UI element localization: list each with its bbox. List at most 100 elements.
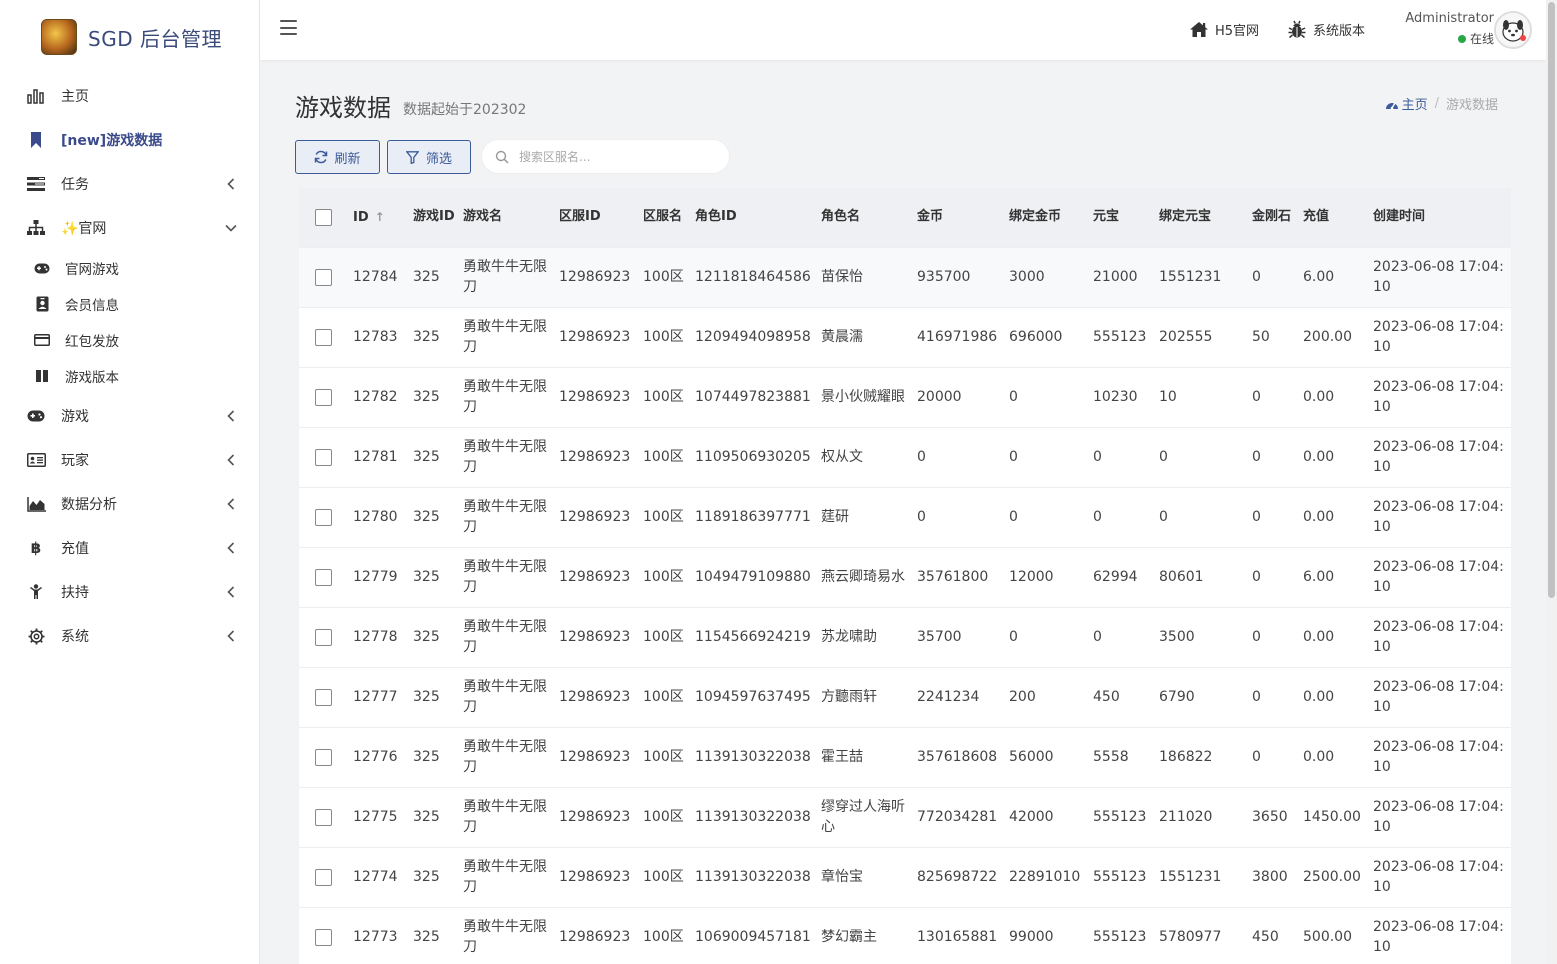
sort-asc-icon[interactable]: ↑	[375, 210, 385, 224]
cell-role-id: 1154566924219	[693, 606, 819, 667]
row-checkbox[interactable]	[315, 448, 332, 466]
cell-role-name: 方聽雨轩	[819, 666, 915, 727]
table-row[interactable]: 12778 325 勇敢牛牛无限刀 12986923 100区 1154566924219…	[299, 606, 1511, 667]
table-row[interactable]: 12779 325 勇敢牛牛无限刀 12986923 100区 1049479109880…	[299, 546, 1511, 607]
h5-site-link[interactable]: H5官网	[1188, 18, 1259, 40]
sidebar-item-support[interactable]: 扶持	[0, 570, 259, 614]
cell-ingot: 555123	[1091, 306, 1157, 367]
row-select-cell	[299, 606, 351, 667]
cell-bound-gold: 0	[1007, 486, 1091, 547]
sidebar-subitem-red-packet[interactable]: 红包发放	[0, 322, 259, 358]
sidebar-item-game-data[interactable]: [new]游戏数据	[0, 118, 259, 162]
row-checkbox[interactable]	[315, 748, 332, 766]
table-row[interactable]: 12775 325 勇敢牛牛无限刀 12986923 100区 1139130322038…	[299, 786, 1511, 847]
page-title: 游戏数据	[295, 94, 391, 122]
table-row[interactable]: 12784 325 勇敢牛牛无限刀 12986923 100区 1211818464586…	[299, 246, 1511, 307]
cell-bound-gold: 56000	[1007, 726, 1091, 787]
menu-toggle-icon[interactable]	[280, 19, 297, 36]
cell-recharge: 0.00	[1301, 486, 1371, 547]
table-row[interactable]: 12782 325 勇敢牛牛无限刀 12986923 100区 1074497823881…	[299, 366, 1511, 427]
column-header-game-id[interactable]: 游戏ID	[411, 188, 461, 247]
row-checkbox[interactable]	[315, 568, 332, 586]
column-header-game-name[interactable]: 游戏名	[461, 188, 557, 247]
column-header-recharge[interactable]: 充值	[1301, 188, 1371, 247]
row-checkbox[interactable]	[315, 868, 332, 886]
sidebar-item-system[interactable]: 系统	[0, 614, 259, 658]
sidebar-item-data-analysis[interactable]: 数据分析	[0, 482, 259, 526]
select-all-checkbox[interactable]	[315, 208, 332, 226]
cell-server-name: 100区	[641, 306, 693, 367]
row-checkbox[interactable]	[315, 328, 332, 346]
cell-gold: 357618608	[915, 726, 1007, 787]
cell-recharge: 200.00	[1301, 306, 1371, 367]
column-header-bound-gold[interactable]: 绑定金币	[1007, 188, 1091, 247]
column-header-ingot[interactable]: 元宝	[1091, 188, 1157, 247]
sidebar-subitem-label: 红包发放	[65, 334, 119, 350]
table-row[interactable]: 12777 325 勇敢牛牛无限刀 12986923 100区 1094597637495…	[299, 666, 1511, 727]
system-version-link[interactable]: 系统版本	[1286, 18, 1365, 40]
row-checkbox[interactable]	[315, 268, 332, 286]
search-input[interactable]	[519, 149, 709, 164]
cell-role-name: 苗保怡	[819, 246, 915, 307]
search-box[interactable]	[481, 139, 730, 174]
column-header-role-name[interactable]: 角色名	[819, 188, 915, 247]
table-row[interactable]: 12780 325 勇敢牛牛无限刀 12986923 100区 1189186397771…	[299, 486, 1511, 547]
table-row[interactable]: 12781 325 勇敢牛牛无限刀 12986923 100区 1109506930205…	[299, 426, 1511, 487]
cell-gold: 2241234	[915, 666, 1007, 727]
cell-created-at: 2023-06-08 17:04:10	[1371, 546, 1511, 607]
sidebar-item-official-site[interactable]: ✨官网	[0, 206, 259, 250]
refresh-button[interactable]: 刷新	[295, 140, 380, 174]
sidebar-item-label: [new]游戏数据	[61, 133, 163, 149]
sidebar-item-games[interactable]: 游戏	[0, 394, 259, 438]
table-body: 12784 325 勇敢牛牛无限刀 12986923 100区 1211818464586…	[299, 246, 1511, 964]
cell-game-name: 勇敢牛牛无限刀	[461, 426, 557, 487]
cell-ingot: 21000	[1091, 246, 1157, 307]
table-row[interactable]: 12776 325 勇敢牛牛无限刀 12986923 100区 1139130322038…	[299, 726, 1511, 787]
sidebar-nav: 主页 [new]游戏数据 任务 ✨官网 官网游戏 会员信息 红包发放 游戏版本 …	[0, 74, 259, 658]
sidebar-item-home[interactable]: 主页	[0, 74, 259, 118]
column-header-created-at[interactable]: 创建时间	[1371, 188, 1511, 247]
row-checkbox[interactable]	[315, 628, 332, 646]
row-checkbox[interactable]	[315, 928, 332, 946]
column-header-server-id[interactable]: 区服ID	[557, 188, 641, 247]
column-header-id[interactable]: ID ↑	[351, 188, 411, 247]
sidebar-item-recharge[interactable]: ฿ 充值	[0, 526, 259, 570]
table-row[interactable]: 12773 325 勇敢牛牛无限刀 12986923 100区 1069009457181…	[299, 906, 1511, 964]
scrollbar-thumb[interactable]	[1548, 2, 1555, 598]
cell-created-at: 2023-06-08 17:04:10	[1371, 306, 1511, 367]
chevron-left-icon	[223, 628, 239, 644]
sidebar-subitem-member-info[interactable]: 会员信息	[0, 286, 259, 322]
sidebar-item-tasks[interactable]: 任务	[0, 162, 259, 206]
cell-bound-gold: 12000	[1007, 546, 1091, 607]
column-header-gold[interactable]: 金币	[915, 188, 1007, 247]
column-header-role-id[interactable]: 角色ID	[693, 188, 819, 247]
bitcoin-icon: ฿	[30, 539, 42, 557]
cell-recharge: 0.00	[1301, 726, 1371, 787]
cell-role-name: 霍王喆	[819, 726, 915, 787]
sidebar-subitem-official-games[interactable]: 官网游戏	[0, 250, 259, 286]
dashboard-icon	[1385, 98, 1399, 110]
cell-id: 12774	[351, 846, 411, 907]
breadcrumb-home[interactable]: 主页	[1385, 94, 1428, 113]
row-checkbox[interactable]	[315, 388, 332, 406]
brand[interactable]: SGD 后台管理	[0, 0, 259, 74]
filter-button[interactable]: 筛选	[387, 140, 471, 174]
row-checkbox[interactable]	[315, 688, 332, 706]
table-row[interactable]: 12783 325 勇敢牛牛无限刀 12986923 100区 1209494098958…	[299, 306, 1511, 367]
table-row[interactable]: 12774 325 勇敢牛牛无限刀 12986923 100区 1139130322038…	[299, 846, 1511, 907]
column-header-diamond[interactable]: 金刚石	[1250, 188, 1301, 247]
cell-game-name: 勇敢牛牛无限刀	[461, 546, 557, 607]
cell-id: 12779	[351, 546, 411, 607]
avatar[interactable]	[1494, 11, 1532, 49]
row-checkbox[interactable]	[315, 508, 332, 526]
page-scrollbar[interactable]	[1546, 0, 1557, 964]
column-header-server-name[interactable]: 区服名	[641, 188, 693, 247]
sidebar-item-players[interactable]: 玩家	[0, 438, 259, 482]
user-info[interactable]: Administrator 在线	[1405, 11, 1494, 47]
column-header-bound-ingot[interactable]: 绑定元宝	[1157, 188, 1250, 247]
sidebar-subitem-game-version[interactable]: 游戏版本	[0, 358, 259, 394]
sidebar-item-label: 任务	[61, 177, 89, 193]
row-select-cell	[299, 486, 351, 547]
row-checkbox[interactable]	[315, 808, 332, 826]
cell-bound-gold: 42000	[1007, 786, 1091, 847]
